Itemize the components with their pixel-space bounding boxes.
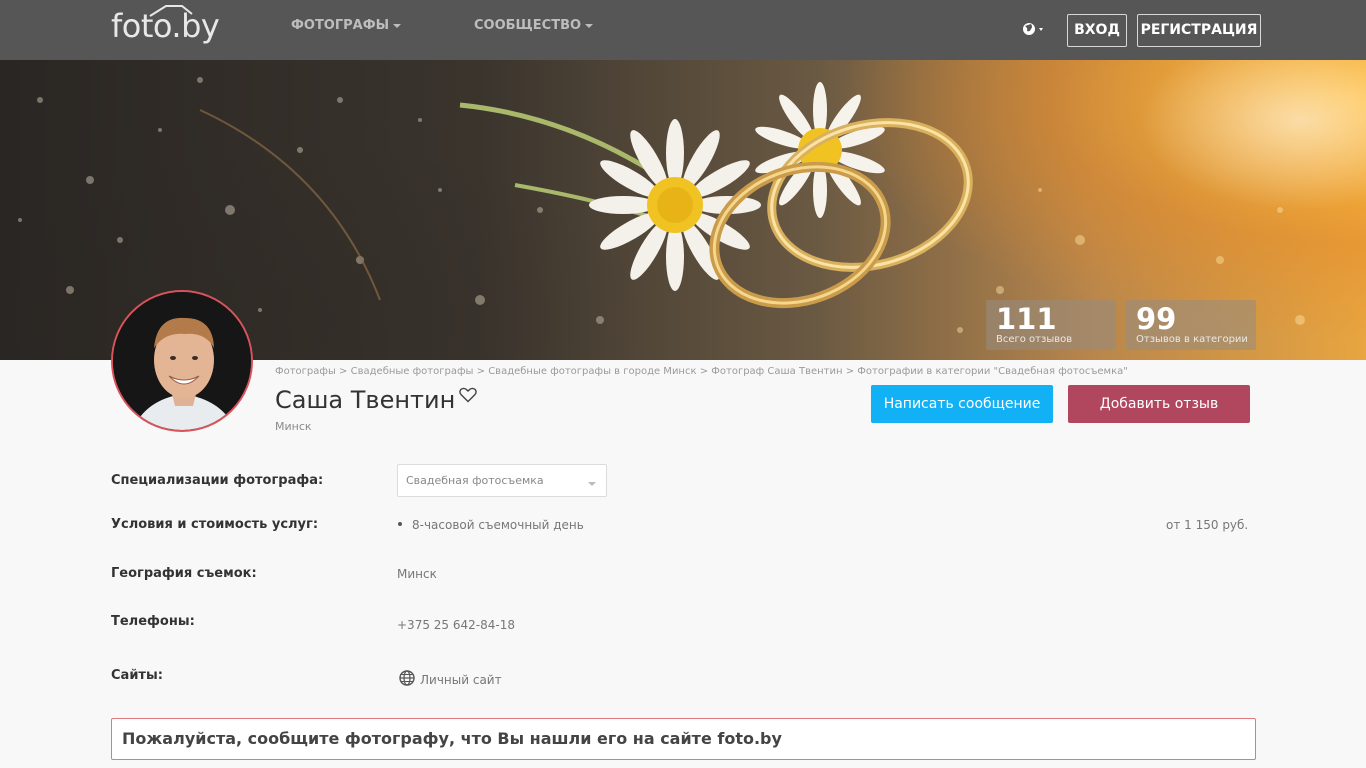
- language-globe-icon[interactable]: [1022, 20, 1048, 40]
- breadcrumb-link[interactable]: Фотографы: [275, 366, 336, 377]
- service-price: от 1 150 руб.: [1166, 518, 1249, 532]
- photographer-name: Саша Твентин: [275, 386, 456, 414]
- favorite-heart-icon[interactable]: [459, 387, 477, 403]
- photographer-city: Минск: [275, 420, 312, 433]
- nav-community-label: Сообщество: [474, 18, 582, 33]
- breadcrumb: Фотографы > Свадебные фотографы > Свадеб…: [275, 366, 1128, 377]
- sites-label: Сайты:: [111, 668, 163, 683]
- breadcrumb-separator: >: [845, 366, 855, 377]
- stat-category-reviews-value: 99: [1136, 302, 1177, 336]
- nav-photographers-label: Фотографы: [291, 18, 390, 33]
- list-bullet: [398, 522, 402, 526]
- register-button[interactable]: РЕГИСТРАЦИЯ: [1137, 14, 1261, 47]
- phone-number[interactable]: +375 25 642-84-18: [397, 618, 515, 632]
- breadcrumb-link[interactable]: Фотограф Саша Твентин: [711, 366, 842, 377]
- breadcrumb-separator: >: [339, 366, 348, 377]
- personal-site-link[interactable]: Личный сайт: [420, 673, 502, 687]
- logo-roof-icon: [149, 5, 193, 17]
- breadcrumb-separator: >: [699, 366, 709, 377]
- stat-total-reviews-value: 111: [996, 302, 1057, 336]
- stat-category-reviews-label: Отзывов в категории: [1136, 334, 1248, 345]
- nav-photographers[interactable]: Фотографы: [291, 18, 402, 33]
- stat-total-reviews: 111 Всего отзывов: [986, 300, 1116, 350]
- breadcrumb-link[interactable]: Свадебные фотографы в городе Минск: [488, 366, 696, 377]
- breadcrumb-link[interactable]: Фотографии в категории "Свадебная фотосъ…: [857, 366, 1128, 377]
- add-review-button[interactable]: Добавить отзыв: [1068, 385, 1250, 423]
- globe-icon: [399, 670, 415, 686]
- chevron-down-icon: [585, 23, 594, 28]
- stat-total-reviews-label: Всего отзывов: [996, 334, 1073, 345]
- specialization-label: Специализации фотографа:: [111, 473, 324, 488]
- geography-label: География съемок:: [111, 566, 257, 581]
- specialization-selected-value: Свадебная фотосъемка: [406, 474, 544, 487]
- avatar-portrait: [113, 292, 251, 430]
- breadcrumb-link[interactable]: Свадебные фотографы: [351, 366, 474, 377]
- specialization-select[interactable]: Свадебная фотосъемка: [397, 464, 607, 497]
- stat-category-reviews: 99 Отзывов в категории: [1126, 300, 1256, 350]
- photographer-avatar[interactable]: [111, 290, 253, 432]
- services-label: Условия и стоимость услуг:: [111, 517, 319, 532]
- nav-community[interactable]: Сообщество: [474, 18, 594, 33]
- phones-label: Телефоны:: [111, 614, 195, 629]
- chevron-down-icon: [393, 23, 402, 28]
- login-button[interactable]: ВХОД: [1067, 14, 1127, 47]
- chevron-down-icon: [588, 482, 596, 486]
- service-name: 8-часовой съемочный день: [412, 518, 584, 532]
- write-message-button[interactable]: Написать сообщение: [871, 385, 1053, 423]
- geography-value: Минск: [397, 567, 437, 581]
- breadcrumb-separator: >: [476, 366, 485, 377]
- top-navbar: foto.by Фотографы Сообщество ВХОД РЕГИСТ…: [0, 0, 1366, 60]
- notice-text: Пожалуйста, сообщите фотографу, что Вы н…: [122, 729, 782, 748]
- notice-box: Пожалуйста, сообщите фотографу, что Вы н…: [111, 718, 1256, 760]
